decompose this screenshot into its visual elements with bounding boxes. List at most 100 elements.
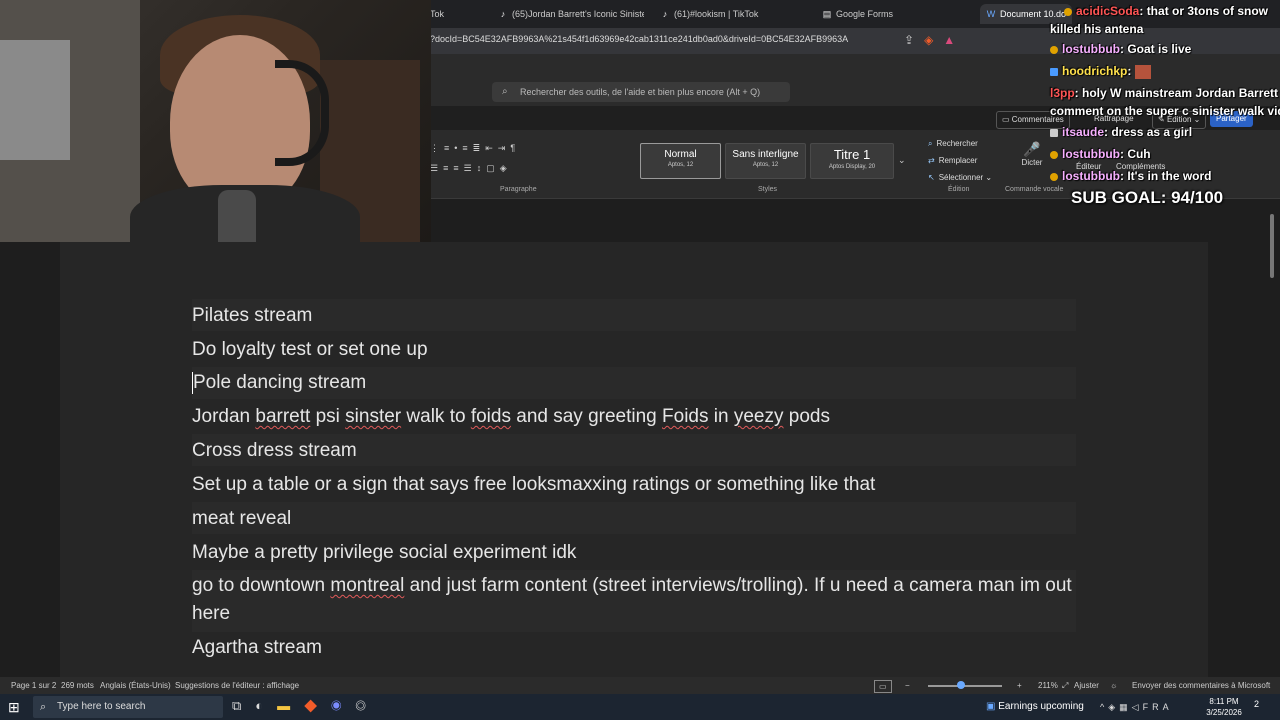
tab-label: (61)#lookism | TikTok bbox=[674, 9, 759, 19]
zoom-level[interactable]: 211% bbox=[1038, 677, 1058, 694]
notifications-badge[interactable]: 2 bbox=[1254, 699, 1259, 709]
numbered-list-icon[interactable]: ⋮≡ bbox=[430, 143, 454, 153]
doc-line-loyalty[interactable]: Do loyalty test or set one up bbox=[192, 339, 428, 361]
dictate-button[interactable]: 🎤 Dicter bbox=[1020, 141, 1044, 167]
borders-icon[interactable]: ▢ bbox=[486, 163, 500, 173]
view-mode-icon[interactable]: ▭ bbox=[874, 680, 892, 693]
brave-shield-icon[interactable]: ◈ bbox=[924, 33, 943, 47]
chat-message: lostubbub: Cuh bbox=[1048, 147, 1151, 161]
multilevel-list-icon[interactable]: ≣ bbox=[473, 143, 486, 153]
weather-widget[interactable]: ▣ Earnings upcoming bbox=[986, 694, 1084, 720]
fit-icon[interactable]: ⤢ bbox=[1062, 677, 1068, 694]
taskbar-search-input[interactable]: ⌕ Type here to search bbox=[33, 696, 223, 718]
brightness-icon[interactable]: ☼ bbox=[1110, 677, 1117, 694]
tray-chevron-icon[interactable]: ^ bbox=[1100, 702, 1108, 712]
word-count[interactable]: 269 mots bbox=[61, 677, 94, 694]
chat-username: acidicSoda bbox=[1076, 4, 1140, 18]
doc-line-cross-dress[interactable]: Cross dress stream bbox=[192, 440, 357, 462]
address-bar-icons: ⇪◈▲ bbox=[904, 33, 965, 47]
volume-icon[interactable]: ◁ bbox=[1132, 702, 1143, 712]
select-button[interactable]: ↖ Sélectionner ⌄ bbox=[928, 173, 992, 182]
forms-icon: ▤ bbox=[822, 9, 832, 19]
scrollbar-thumb[interactable] bbox=[1270, 214, 1274, 278]
doc-line-montreal[interactable]: go to downtown montreal and just farm co… bbox=[192, 572, 1072, 628]
copilot-icon[interactable]: ◐ bbox=[255, 698, 277, 713]
network-icon[interactable]: ▦ bbox=[1119, 702, 1132, 712]
find-button[interactable]: ⌕ Rechercher bbox=[928, 139, 978, 149]
zoom-slider[interactable] bbox=[928, 685, 1002, 687]
paragraph-group-label: Paragraphe bbox=[500, 186, 537, 193]
doc-line-pole-dancing[interactable]: Pole dancing stream bbox=[192, 372, 366, 394]
task-view-icon[interactable]: ⧉ bbox=[232, 698, 255, 713]
style-heading-1[interactable]: Titre 1 Aptos Display, 20 bbox=[810, 143, 894, 179]
word-status-bar: Page 1 sur 2 269 mots Anglais (États-Uni… bbox=[0, 677, 1280, 694]
editor-suggestions[interactable]: Suggestions de l'éditeur : affichage bbox=[175, 677, 299, 694]
tab-google-forms[interactable]: ▤ Google Forms bbox=[822, 4, 942, 24]
tab-lookism[interactable]: ♪ (61)#lookism | TikTok bbox=[660, 4, 810, 24]
styles-expand-icon[interactable]: ⌄ bbox=[898, 155, 906, 166]
doc-line-agartha[interactable]: Agartha stream bbox=[192, 637, 322, 659]
doc-line-pretty-privilege[interactable]: Maybe a pretty privilege social experime… bbox=[192, 542, 576, 564]
tab-document[interactable]: W Document 10.do bbox=[980, 4, 1072, 24]
text-run: psi bbox=[310, 406, 346, 427]
brave-browser-icon[interactable]: ◆ bbox=[304, 698, 331, 713]
style-name: Sans interligne bbox=[732, 149, 799, 160]
tray-app-icon[interactable]: ◈ bbox=[1108, 702, 1119, 712]
style-no-spacing[interactable]: Sans interligne Aptos, 12 bbox=[725, 143, 806, 179]
tab-jordan-barrett[interactable]: ♪ (65)Jordan Barrett's Iconic Sinister W bbox=[498, 4, 644, 24]
obs-icon[interactable]: ◎ bbox=[355, 698, 379, 713]
zoom-slider-handle[interactable] bbox=[956, 681, 965, 689]
chat-text: killed his antena bbox=[1050, 22, 1144, 36]
windows-start-icon[interactable]: ⊞ bbox=[8, 699, 20, 716]
shading-icon[interactable]: ◈ bbox=[500, 163, 512, 173]
weather-label: Earnings upcoming bbox=[998, 701, 1084, 712]
decrease-indent-icon[interactable]: ⇤ bbox=[485, 143, 498, 153]
url-field[interactable]: ?docId=BC54E32AFB9963A%21s454f1d63969e42… bbox=[430, 34, 848, 44]
language-indicator[interactable]: Anglais (États-Unis) bbox=[100, 677, 171, 694]
discord-icon[interactable]: ◉ bbox=[331, 698, 355, 713]
text-run: pods bbox=[783, 406, 830, 427]
file-explorer-icon[interactable]: ▬ bbox=[277, 698, 304, 713]
bullet-list-icon[interactable]: •≡ bbox=[454, 143, 472, 153]
language-indicator[interactable]: FRA bbox=[1143, 702, 1173, 712]
fit-button[interactable]: Ajuster bbox=[1074, 677, 1099, 694]
word-icon: W bbox=[986, 9, 996, 19]
sub-badge-icon bbox=[1050, 150, 1058, 159]
increase-indent-icon[interactable]: ⇥ bbox=[498, 143, 511, 153]
line-spacing-icon[interactable]: ↕ bbox=[477, 163, 487, 173]
chat-text: : It's in the word bbox=[1119, 169, 1212, 183]
word-search-input[interactable]: ⌕ Rechercher des outils, de l'aide et bi… bbox=[492, 82, 790, 102]
cursor-icon: ↖ bbox=[928, 173, 935, 182]
doc-line-looksmaxxing[interactable]: Set up a table or a sign that says free … bbox=[192, 474, 875, 496]
voice-group-label: Commande vocale bbox=[1005, 186, 1064, 193]
doc-line-meat-reveal[interactable]: meat reveal bbox=[192, 508, 291, 530]
doc-line-pilates[interactable]: Pilates stream bbox=[192, 305, 312, 327]
zoom-in-icon[interactable]: + bbox=[1017, 677, 1022, 694]
system-clock[interactable]: 8:11 PM 3/25/2026 bbox=[1204, 696, 1244, 718]
style-normal[interactable]: Normal Aptos, 12 bbox=[640, 143, 721, 179]
paragraph-mark-icon[interactable]: ¶ bbox=[510, 143, 520, 153]
align-center-icon[interactable]: ≡ bbox=[443, 163, 453, 173]
spelling-flag: Foids bbox=[662, 406, 709, 427]
clock-date: 3/25/2026 bbox=[1206, 708, 1242, 717]
comment-icon: ▭ bbox=[1002, 115, 1012, 124]
sub-badge-icon bbox=[1050, 45, 1058, 54]
align-left-icon[interactable]: ☰ bbox=[430, 163, 443, 173]
vertical-scrollbar[interactable] bbox=[1268, 214, 1276, 676]
search-icon: ⌕ bbox=[40, 701, 47, 713]
page-count[interactable]: Page 1 sur 2 bbox=[11, 677, 56, 694]
zoom-out-icon[interactable]: − bbox=[905, 677, 910, 694]
chat-text: : bbox=[1127, 64, 1132, 78]
align-right-icon[interactable]: ≡ bbox=[453, 163, 463, 173]
text-run: walk to bbox=[401, 406, 471, 427]
tab-label: Google Forms bbox=[836, 9, 894, 19]
feedback-link[interactable]: Envoyer des commentaires à Microsoft bbox=[1132, 677, 1270, 694]
doc-line-jordan-barrett[interactable]: Jordan barrett psi sinster walk to foids… bbox=[192, 406, 830, 428]
tab-tiktok[interactable]: Tok bbox=[430, 4, 490, 24]
style-font: Aptos, 12 bbox=[752, 162, 779, 168]
brave-rewards-icon[interactable]: ▲ bbox=[943, 33, 965, 47]
justify-icon[interactable]: ☰ bbox=[464, 163, 477, 173]
share-icon[interactable]: ⇪ bbox=[904, 33, 924, 47]
windows-taskbar: ⊞ ⌕ Type here to search ⧉◐▬◆◉◎ ▣ Earning… bbox=[0, 694, 1280, 720]
replace-button[interactable]: ⇄ Remplacer bbox=[928, 156, 977, 165]
